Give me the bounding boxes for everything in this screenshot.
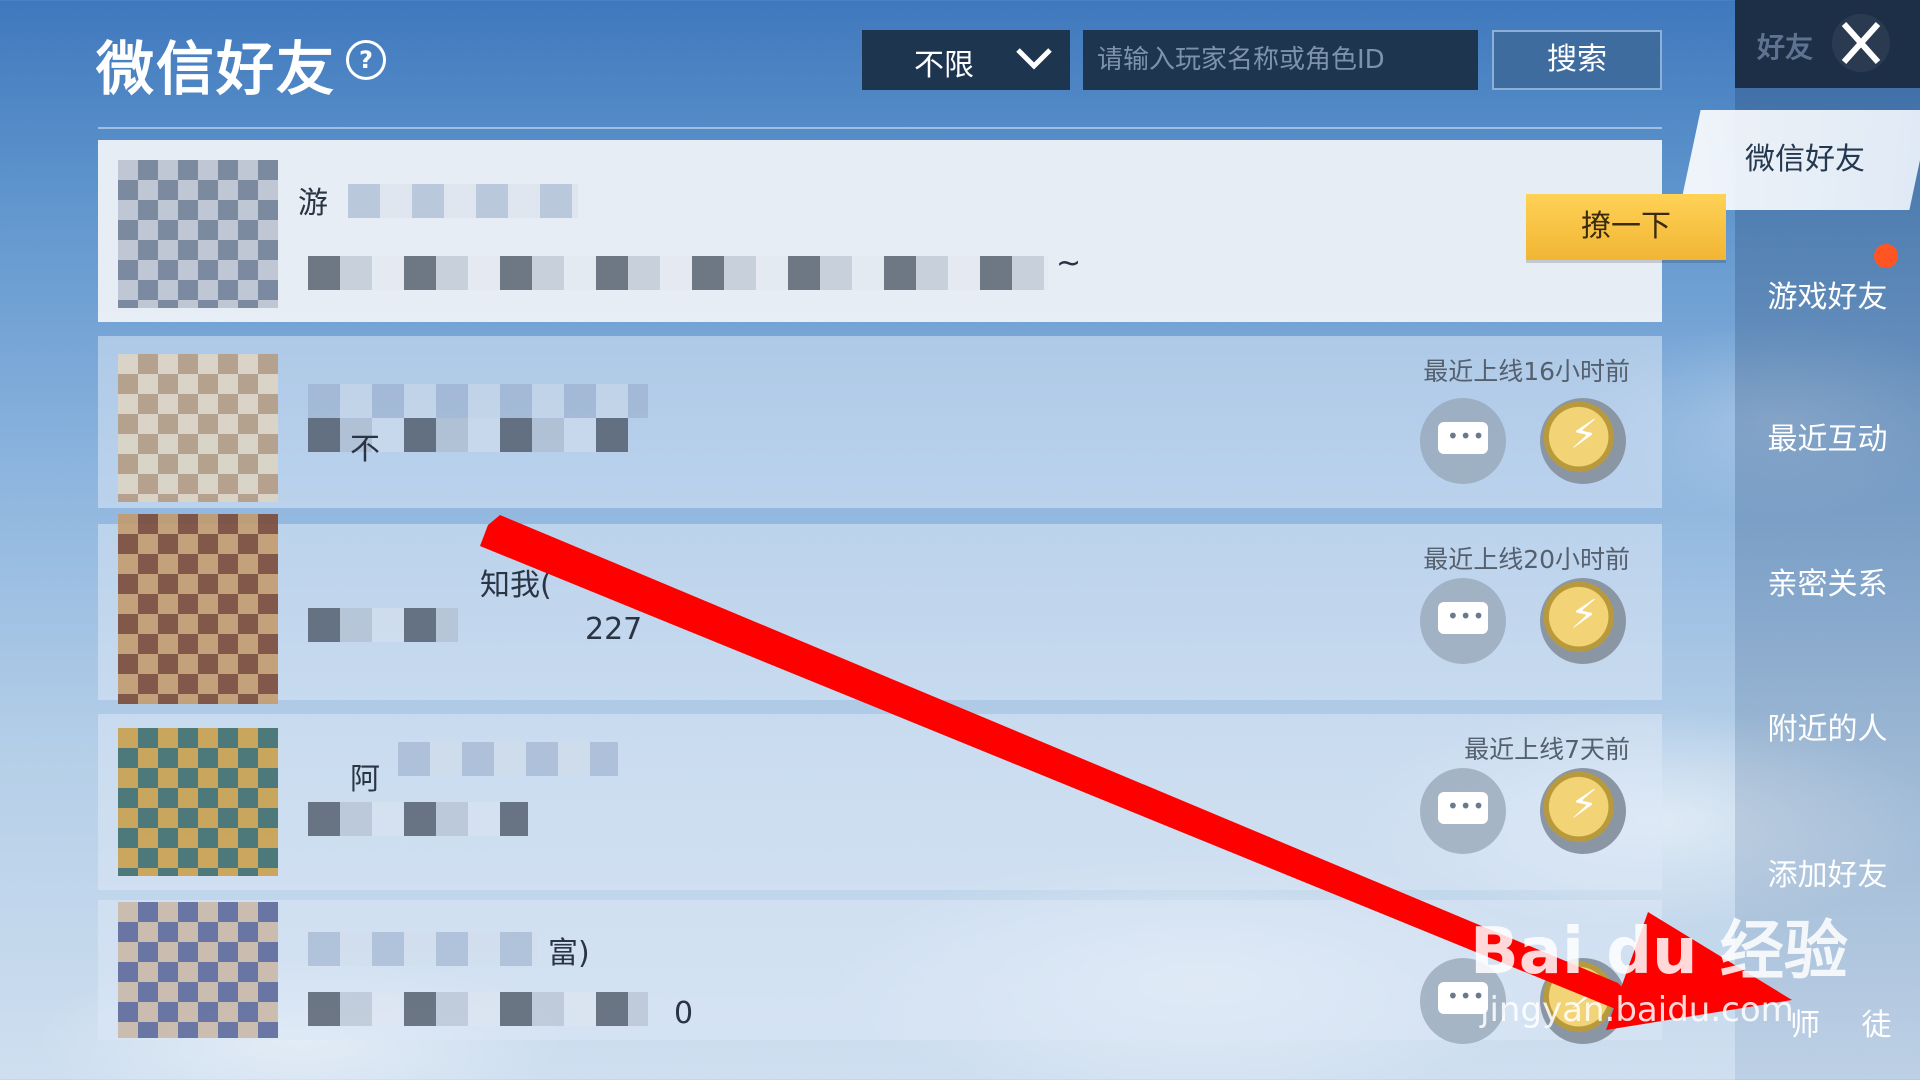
watermark-url: jingyan.baidu.com [1480,990,1794,1030]
watermark-logo: Bai du 经验 [1470,915,1848,989]
sidebar-item-mentor[interactable]: 师 徒 [1790,1000,1908,1044]
